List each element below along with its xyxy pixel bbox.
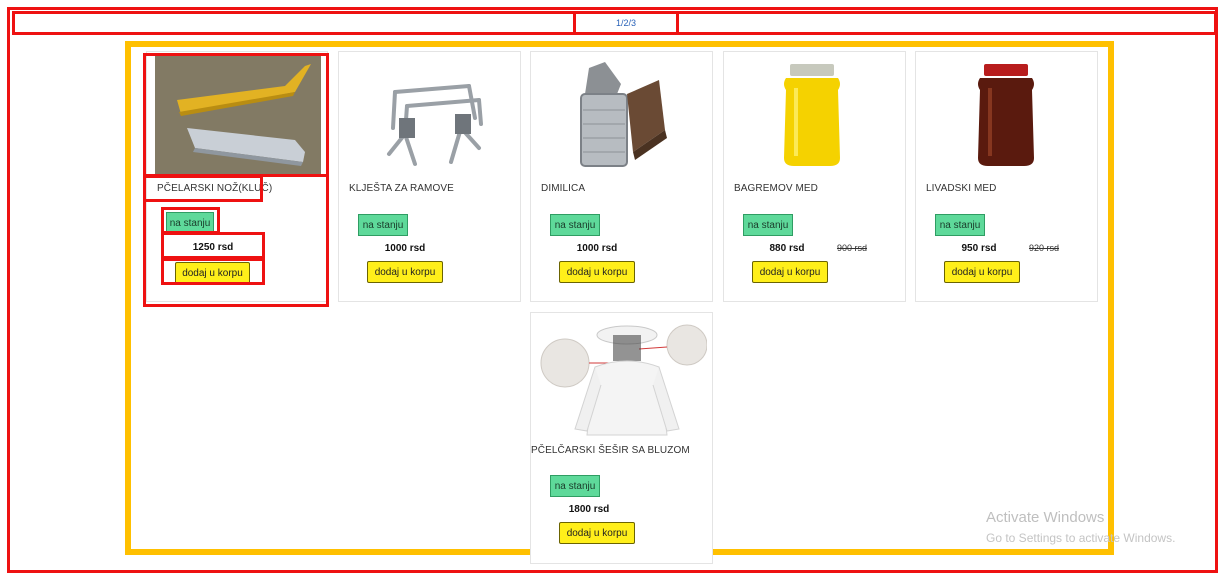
stock-badge: na stanju xyxy=(550,214,600,236)
stock-annotation-frame xyxy=(161,207,220,234)
pagination-links[interactable]: 1/2/3 xyxy=(576,14,676,32)
product-name: DIMILICA xyxy=(541,183,586,194)
acacia-honey-jar-image xyxy=(734,60,898,176)
name-annotation-frame xyxy=(143,175,263,202)
product-price: 1000 rsd xyxy=(576,243,618,254)
product-name: LIVADSKI MED xyxy=(926,183,997,194)
product-name: BAGREMOV MED xyxy=(734,183,818,194)
product-name: KLJEŠTA ZA RAMOVE xyxy=(349,183,454,194)
product-price: 1800 rsd xyxy=(568,504,610,515)
stock-badge: na stanju xyxy=(550,475,600,497)
activation-watermark-title: Activate Windows xyxy=(986,509,1105,526)
beekeeper-suit-image xyxy=(539,319,707,441)
product-price: 1000 rsd xyxy=(384,243,426,254)
bee-smoker-image xyxy=(541,60,705,176)
old-price: 920 rsd xyxy=(1028,243,1060,253)
product-card: KLJEŠTA ZA RAMOVE na stanju 1000 rsd dod… xyxy=(338,51,521,302)
product-name: PČELČARSKI ŠEŠIR SA BLUZOM xyxy=(531,445,690,456)
add-to-cart-button[interactable]: dodaj u korpu xyxy=(559,261,635,283)
add-to-cart-button[interactable]: dodaj u korpu xyxy=(752,261,828,283)
product-price: 880 rsd xyxy=(769,243,805,254)
button-annotation-frame xyxy=(161,258,265,285)
product-card: BAGREMOV MED na stanju 880 rsd 900 rsd d… xyxy=(723,51,906,302)
stock-badge: na stanju xyxy=(743,214,793,236)
product-card: PČELČARSKI ŠEŠIR SA BLUZOM na stanju 180… xyxy=(530,312,713,564)
product-price: 950 rsd xyxy=(961,243,997,254)
activation-watermark-subtitle: Go to Settings to activate Windows. xyxy=(986,531,1176,545)
image-annotation-frame xyxy=(143,53,329,177)
frame-grip-image xyxy=(349,58,513,176)
meadow-honey-jar-image xyxy=(926,60,1090,176)
price-annotation-frame xyxy=(161,232,265,259)
product-card: DIMILICA na stanju 1000 rsd dodaj u korp… xyxy=(530,51,713,302)
add-to-cart-button[interactable]: dodaj u korpu xyxy=(944,261,1020,283)
add-to-cart-button[interactable]: dodaj u korpu xyxy=(367,261,443,283)
stock-badge: na stanju xyxy=(935,214,985,236)
product-card: LIVADSKI MED na stanju 950 rsd 920 rsd d… xyxy=(915,51,1098,302)
old-price: 900 rsd xyxy=(836,243,868,253)
stock-badge: na stanju xyxy=(358,214,408,236)
add-to-cart-button[interactable]: dodaj u korpu xyxy=(559,522,635,544)
